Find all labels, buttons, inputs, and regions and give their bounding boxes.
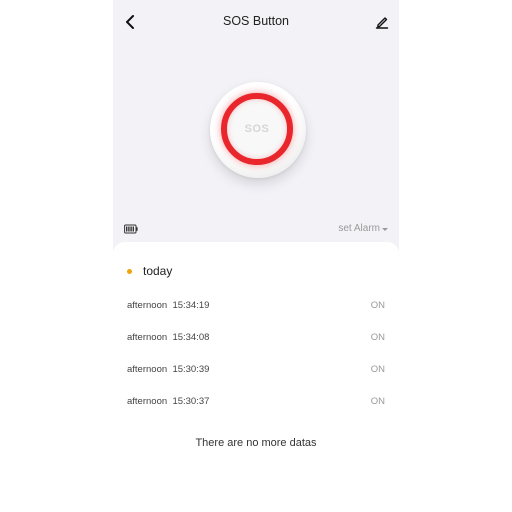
dot-icon [127, 268, 132, 274]
history-record: afternoon 15:34:08 ON [127, 329, 385, 345]
record-state: ON [370, 395, 385, 407]
sos-device-label: SOS [244, 123, 270, 135]
record-time: afternoon 15:34:19 [127, 299, 210, 311]
day-header: today [127, 264, 172, 278]
caret-down-icon [382, 227, 388, 231]
edit-button[interactable] [371, 11, 393, 33]
record-time: afternoon 15:34:08 [127, 331, 210, 343]
record-state: ON [370, 363, 385, 375]
page-title: SOS Button [222, 14, 289, 28]
history-record: afternoon 15:30:39 ON [127, 361, 385, 377]
sos-button-ring: SOS [221, 93, 293, 165]
set-alarm-dropdown[interactable]: set Alarm [338, 223, 388, 234]
record-time: afternoon 15:30:39 [127, 363, 210, 375]
record-time: afternoon 15:30:37 [127, 395, 210, 407]
app-screen: SOS Button SOS set Alarm today afternoon… [113, 0, 399, 512]
nav-header: SOS Button [113, 0, 399, 44]
pencil-icon [375, 17, 389, 29]
device-image-area: SOS [113, 44, 399, 219]
end-of-list-text: There are no more datas [195, 437, 317, 449]
record-state: ON [370, 331, 385, 343]
history-record: afternoon 15:30:37 ON [127, 393, 385, 409]
battery-icon [124, 224, 138, 234]
history-card: today afternoon 15:34:19 ON afternoon 15… [113, 242, 399, 512]
set-alarm-label: set Alarm [338, 223, 380, 234]
device-toolbar: set Alarm [113, 220, 399, 240]
sos-device-image: SOS [210, 82, 306, 178]
history-record: afternoon 15:34:19 ON [127, 297, 385, 313]
day-label: today [143, 264, 173, 278]
record-state: ON [370, 299, 385, 311]
